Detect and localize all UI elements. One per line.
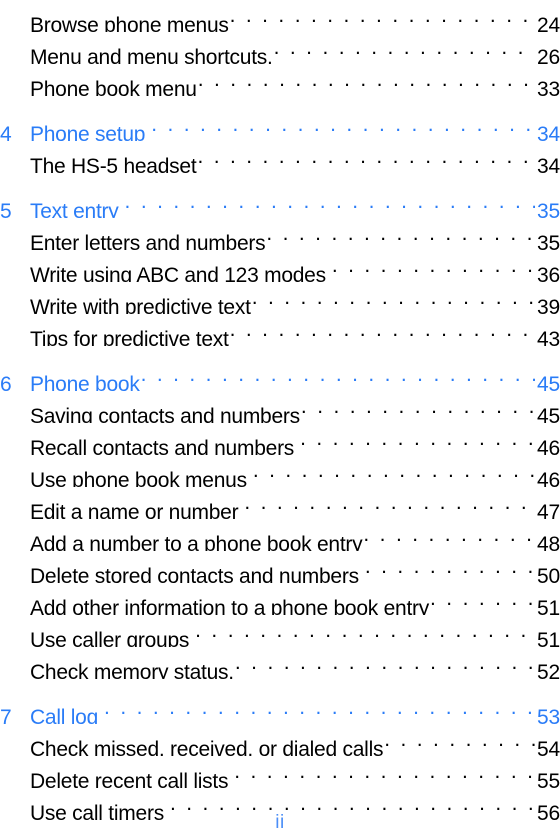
toc-entry-row[interactable]: Write with predictive text 39 [0, 282, 560, 314]
toc-entry-title[interactable]: Use phone book menus [30, 465, 247, 487]
dot-leader [104, 692, 535, 724]
toc-page-number: 51 [537, 629, 560, 647]
toc-entry-row[interactable]: Write using ABC and 123 modes 36 [0, 250, 560, 282]
toc-chapter-number: 4 [0, 123, 12, 141]
toc-entry-title[interactable]: Write with predictive text [30, 292, 251, 314]
toc-page-number: 34 [537, 155, 560, 173]
toc-entry-row[interactable]: Saving contacts and numbers 45 [0, 391, 560, 423]
toc-chapter-row[interactable]: 5 Text entry 35 [0, 186, 560, 218]
toc-entry-row[interactable]: Enter letters and numbers 35 [0, 218, 560, 250]
toc-chapter-row[interactable]: 7 Call log 53 [0, 692, 560, 724]
toc-chapter-number: 5 [0, 200, 12, 218]
toc-entry-title[interactable]: Add other information to a phone book en… [30, 593, 429, 615]
dot-leader [230, 314, 535, 346]
dot-leader [365, 551, 535, 583]
dot-leader [197, 141, 535, 173]
toc-entry-title[interactable]: Call log [30, 702, 98, 724]
toc-page-number: 46 [537, 437, 560, 455]
toc-entry-row[interactable]: Check memory status. 52 [0, 647, 560, 679]
toc-page-number: 53 [537, 706, 560, 724]
toc-page-number: 33 [537, 78, 560, 96]
toc-entry-title[interactable]: Tips for predictive text [30, 324, 229, 346]
dot-leader [151, 109, 535, 141]
toc-page-number: 35 [537, 200, 560, 218]
dot-leader [253, 455, 535, 487]
toc-page-number: 50 [537, 565, 560, 583]
toc-entry-row[interactable]: Menu and menu shortcuts. 26 [0, 32, 560, 64]
toc-page-number: 48 [537, 533, 560, 551]
toc-row-list: Browse phone menus24Menu and menu shortc… [0, 0, 560, 820]
toc-entry-title[interactable]: Check memory status. [30, 657, 234, 679]
dot-leader [125, 186, 535, 218]
dot-leader [141, 359, 535, 391]
dot-leader [274, 32, 535, 64]
toc-entry-title[interactable]: Saving contacts and numbers [30, 401, 300, 423]
toc-chapter-number: 6 [0, 373, 12, 391]
toc-page-number: 45 [537, 405, 560, 423]
dot-leader [363, 519, 535, 551]
toc-chapter-row[interactable]: 4 Phone setup 34 [0, 109, 560, 141]
toc-entry-row[interactable]: Edit a name or number 47 [0, 487, 560, 519]
dot-leader [234, 756, 535, 788]
toc-page-number: 43 [537, 328, 560, 346]
dot-leader [430, 583, 535, 615]
toc-page-number: 54 [537, 738, 560, 756]
toc-page-number: 52 [537, 661, 560, 679]
toc-page-number: 35 [537, 232, 560, 250]
toc-entry-row[interactable]: Recall contacts and numbers 46 [0, 423, 560, 455]
toc-chapter-number: 7 [0, 706, 12, 724]
toc-entry-title[interactable]: The HS-5 headset [30, 151, 197, 173]
toc-page-number: 39 [537, 296, 560, 314]
dot-leader [244, 487, 535, 519]
toc-entry-row[interactable]: Delete stored contacts and numbers 50 [0, 551, 560, 583]
toc-entry-row[interactable]: Use phone book menus 46 [0, 455, 560, 487]
toc-entry-title[interactable]: Menu and menu shortcuts. [30, 42, 273, 64]
toc-entry-row[interactable]: Check missed, received, or dialed calls 5… [0, 724, 560, 756]
dot-leader [332, 250, 535, 282]
toc-entry-row[interactable]: Browse phone menus 24 [0, 0, 560, 32]
dot-leader [195, 615, 535, 647]
table-of-contents-page: Browse phone menus24Menu and menu shortc… [0, 0, 560, 840]
toc-page-number: 34 [537, 123, 560, 141]
dot-leader [235, 647, 535, 679]
toc-entry-title[interactable]: Write using ABC and 123 modes [30, 260, 326, 282]
toc-entry-title[interactable]: Check missed, received, or dialed calls [30, 734, 384, 756]
toc-page-number: 45 [537, 373, 560, 391]
toc-entry-title[interactable]: Phone setup [30, 119, 145, 141]
dot-leader [230, 0, 535, 32]
toc-entry-title[interactable]: Phone book menu [30, 74, 197, 96]
toc-entry-title[interactable]: Recall contacts and numbers [30, 433, 294, 455]
toc-entry-title[interactable]: Browse phone menus [30, 10, 229, 32]
toc-entry-title[interactable]: Phone book [30, 369, 140, 391]
toc-entry-title[interactable]: Enter letters and numbers [30, 228, 266, 250]
page-folio: ii [275, 812, 285, 833]
dot-leader [300, 423, 535, 455]
toc-entry-title[interactable]: Edit a name or number [30, 497, 239, 519]
dot-leader [198, 64, 535, 96]
toc-entry-title[interactable]: Text entry [30, 196, 119, 218]
toc-page-number: 26 [537, 46, 560, 64]
dot-leader [384, 724, 535, 756]
toc-page-number: 46 [537, 469, 560, 487]
toc-entry-row[interactable]: Add other information to a phone book en… [0, 583, 560, 615]
dot-leader [252, 282, 535, 314]
dot-leader [301, 391, 535, 423]
toc-page-number: 47 [537, 501, 560, 519]
toc-page-number: 24 [537, 14, 560, 32]
toc-entry-row[interactable]: Phone book menu 33 [0, 64, 560, 96]
toc-entry-row[interactable]: Delete recent call lists 55 [0, 756, 560, 788]
toc-entry-row[interactable]: Use caller groups 51 [0, 615, 560, 647]
toc-entry-row[interactable]: The HS-5 headset 34 [0, 141, 560, 173]
toc-page-number: 55 [537, 770, 560, 788]
toc-entry-row[interactable]: Tips for predictive text 43 [0, 314, 560, 346]
toc-entry-title[interactable]: Delete stored contacts and numbers [30, 561, 359, 583]
toc-entry-row[interactable]: Add a number to a phone book entry 48 [0, 519, 560, 551]
toc-page-number: 36 [537, 264, 560, 282]
toc-entry-title[interactable]: Add a number to a phone book entry [30, 529, 363, 551]
toc-chapter-row[interactable]: 6 Phone book 45 [0, 359, 560, 391]
toc-page-number: 51 [537, 597, 560, 615]
toc-entry-title[interactable]: Delete recent call lists [30, 766, 229, 788]
dot-leader [266, 218, 535, 250]
toc-entry-title[interactable]: Use caller groups [30, 625, 189, 647]
